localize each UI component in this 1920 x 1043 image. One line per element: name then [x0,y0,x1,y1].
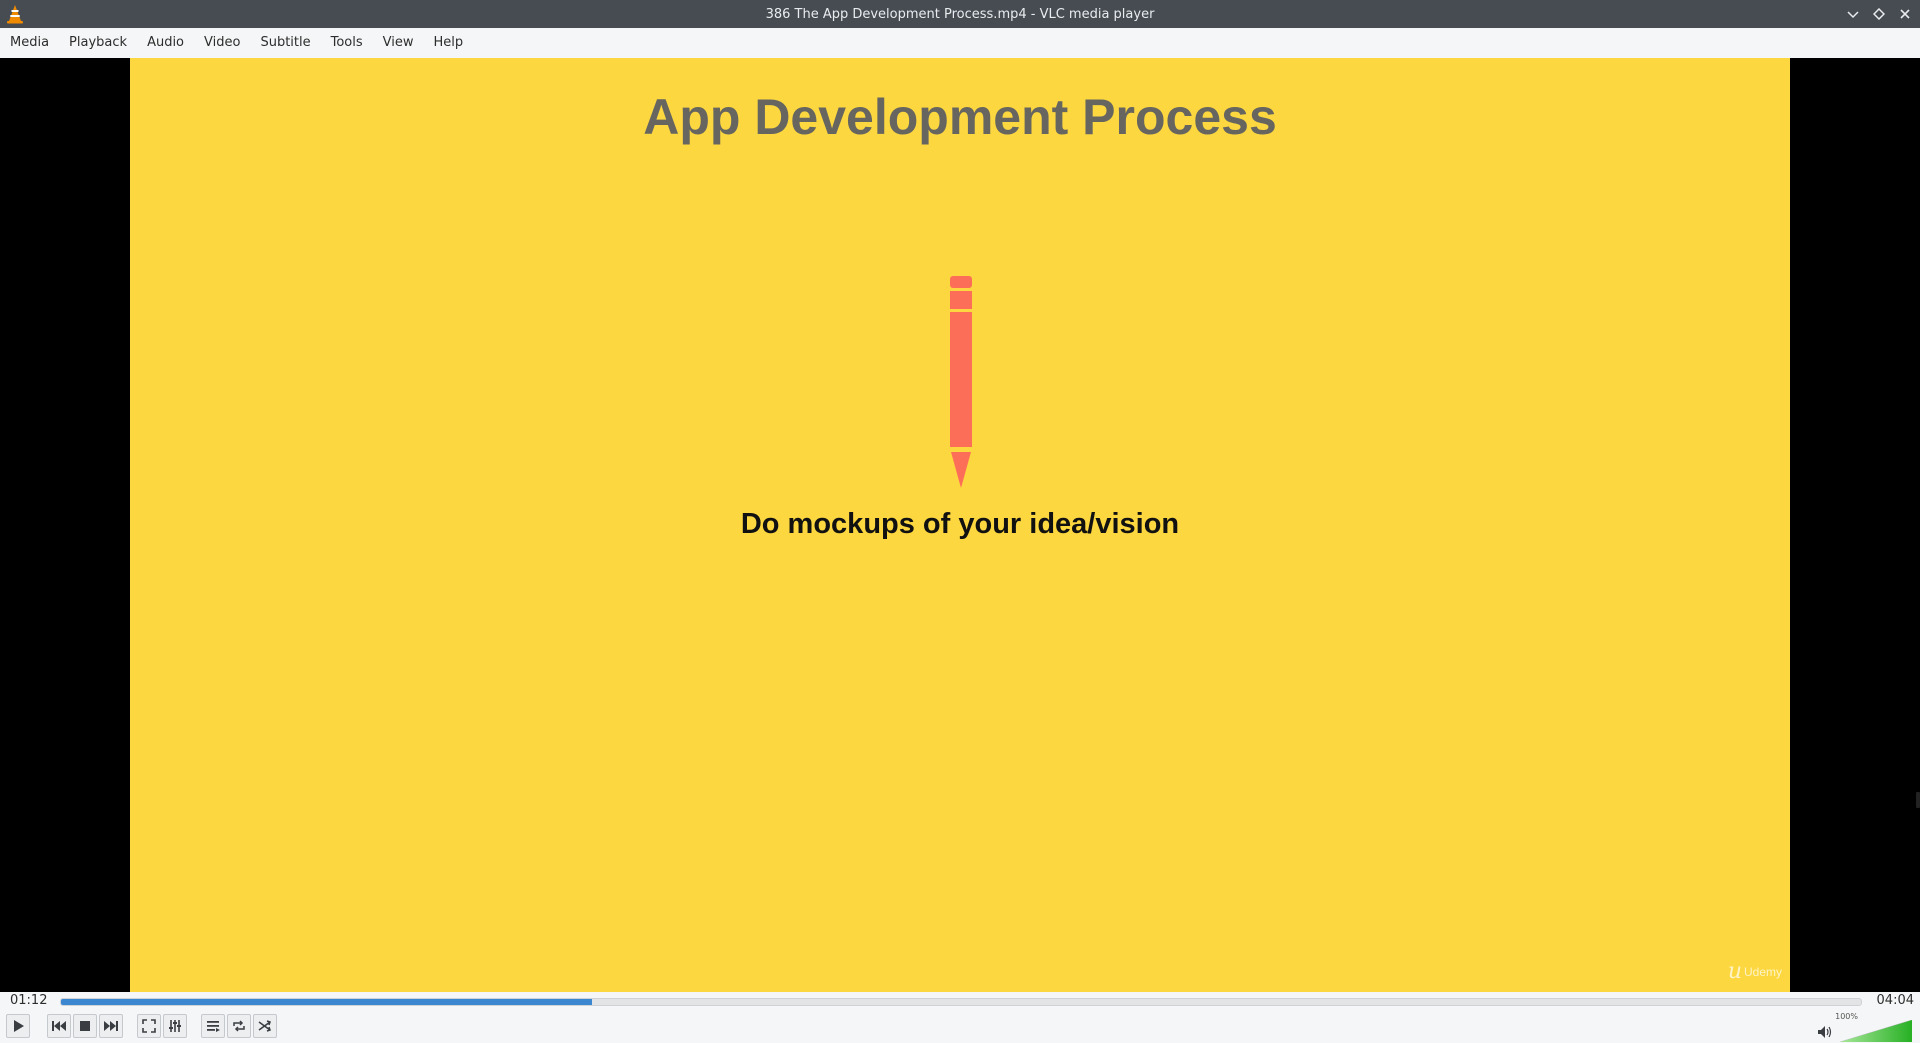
speaker-icon[interactable] [1817,1024,1833,1040]
slide-title: App Development Process [643,89,1277,145]
seek-row: 01:12 04:04 [0,992,1920,1010]
video-frame: App Development Process Do mockups of yo… [130,58,1790,992]
control-bar: 100% [0,1010,1920,1043]
shuffle-icon [258,1020,271,1032]
pencil-icon [950,276,972,488]
maximize-button[interactable] [1870,5,1888,23]
shuffle-button[interactable] [253,1014,277,1038]
extended-settings-button[interactable] [163,1014,187,1038]
watermark-text: Udemy [1743,964,1782,979]
stop-button[interactable] [73,1014,97,1038]
window-controls [1844,0,1914,28]
loop-button[interactable] [227,1014,251,1038]
vlc-cone-icon [7,5,23,24]
volume-slider[interactable] [1840,1020,1912,1042]
menu-video[interactable]: Video [194,28,250,58]
udemy-watermark: u Udemy [1728,959,1782,984]
stop-icon [80,1021,90,1031]
playlist-icon [207,1021,220,1032]
seek-progress-fill [61,999,592,1005]
minimize-button[interactable] [1844,5,1862,23]
menu-help[interactable]: Help [424,28,474,58]
loop-icon [233,1020,245,1032]
fullscreen-button[interactable] [137,1014,161,1038]
slide-subtitle: Do mockups of your idea/vision [740,508,1180,540]
volume-control: 100% [1817,1012,1912,1042]
mouse-cursor [1916,792,1920,808]
udemy-logo-icon: u [1727,959,1742,984]
menu-subtitle[interactable]: Subtitle [250,28,320,58]
previous-button[interactable] [47,1014,71,1038]
menu-view[interactable]: View [373,28,424,58]
close-icon [1900,9,1910,19]
menu-playback[interactable]: Playback [59,28,137,58]
previous-icon [52,1021,66,1031]
video-output[interactable]: App Development Process Do mockups of yo… [0,58,1920,992]
menu-tools[interactable]: Tools [321,28,373,58]
play-button[interactable] [6,1014,30,1038]
next-button[interactable] [99,1014,123,1038]
playlist-button[interactable] [201,1014,225,1038]
close-button[interactable] [1896,5,1914,23]
menu-media[interactable]: Media [0,28,59,58]
extended-settings-icon [169,1020,181,1032]
title-bar: 386 The App Development Process.mp4 - VL… [0,0,1920,28]
window-title: 386 The App Development Process.mp4 - VL… [765,6,1155,22]
fullscreen-icon [142,1019,156,1033]
play-icon [14,1020,24,1032]
total-time[interactable]: 04:04 [1877,993,1914,1008]
diamond-icon [1873,8,1885,20]
menu-audio[interactable]: Audio [137,28,194,58]
chevron-down-icon [1847,11,1859,19]
menu-bar: Media Playback Audio Video Subtitle Tool… [0,28,1920,59]
seek-slider[interactable] [60,998,1862,1006]
elapsed-time[interactable]: 01:12 [10,993,47,1008]
next-icon [104,1021,118,1031]
